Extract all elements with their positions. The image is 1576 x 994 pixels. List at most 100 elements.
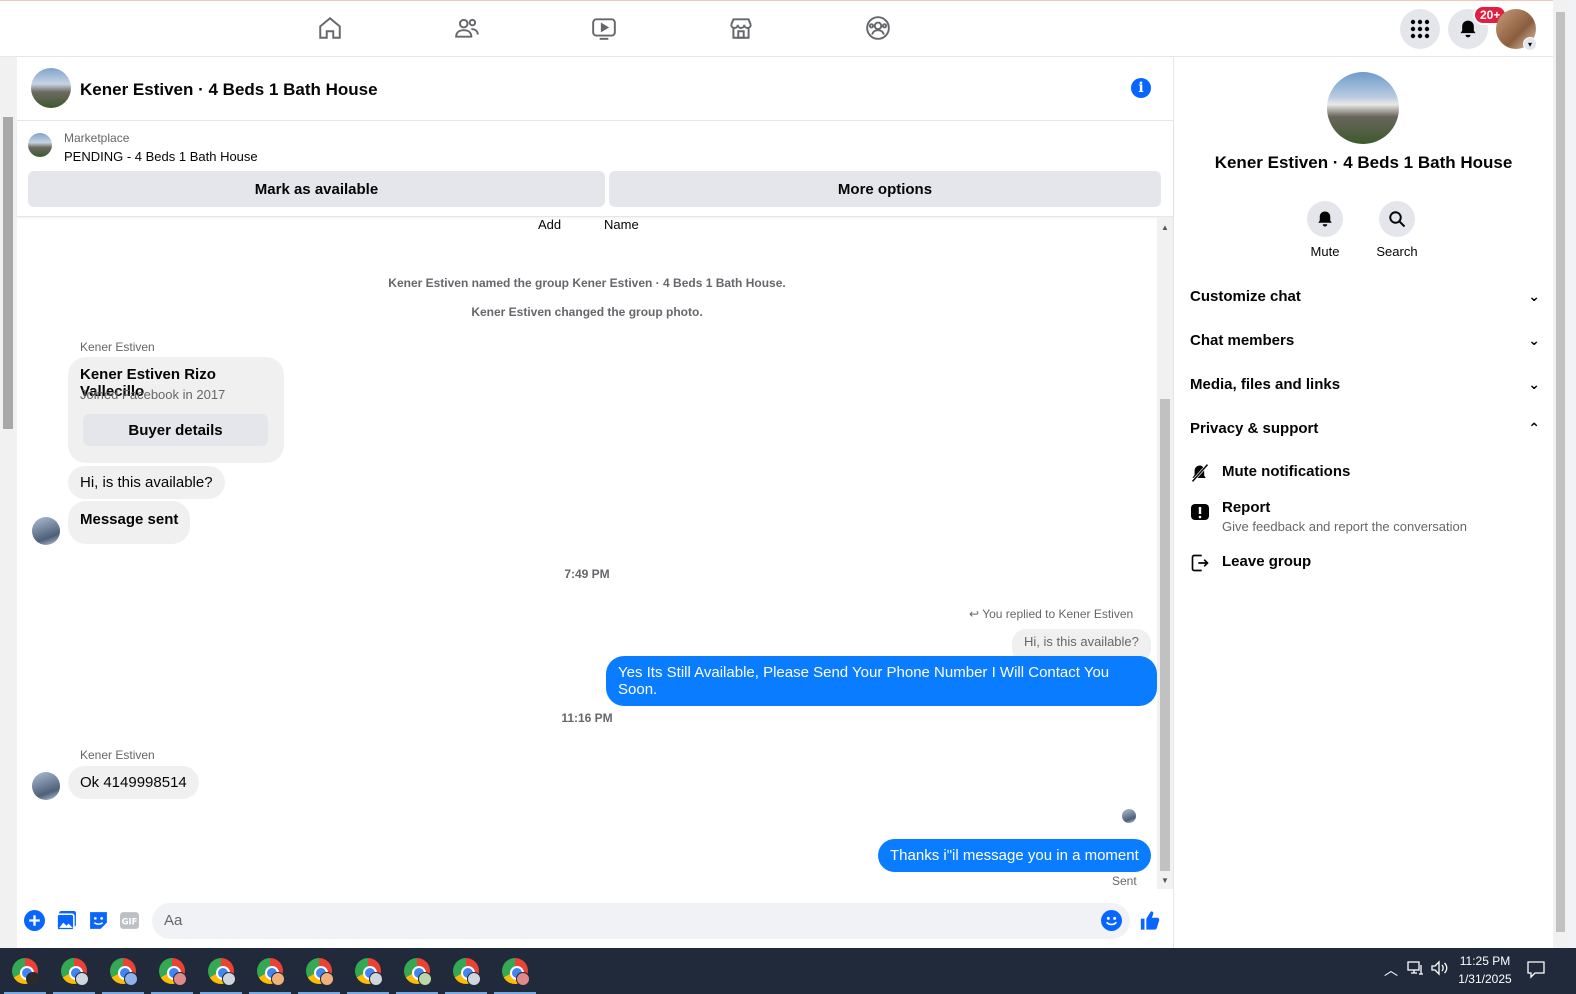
menu-grid-icon[interactable] — [1400, 9, 1440, 49]
leave-group-item[interactable]: Leave group — [1190, 553, 1540, 577]
chrome-app-icon[interactable] — [249, 956, 291, 994]
message-input[interactable]: Aa — [152, 903, 1130, 939]
timestamp: 7:49 PM — [564, 567, 610, 581]
chat-title[interactable]: Kener Estiven · 4 Beds 1 Bath House — [80, 80, 378, 100]
chat-scrollbar-thumb[interactable] — [1160, 399, 1170, 871]
report-description: Give feedback and report the conversatio… — [1222, 519, 1467, 534]
seen-avatar — [1122, 809, 1136, 823]
report-label: Report — [1222, 499, 1271, 516]
chrome-app-icon[interactable] — [298, 956, 340, 994]
chrome-app-icon[interactable] — [151, 956, 193, 994]
chrome-app-icon[interactable] — [200, 956, 242, 994]
chat-panel: Kener Estiven · 4 Beds 1 Bath House i Ma… — [17, 57, 1174, 948]
chat-members-label: Chat members — [1190, 332, 1295, 349]
leave-group-label: Leave group — [1222, 553, 1312, 570]
home-icon[interactable] — [315, 13, 345, 43]
listing-thumbnail[interactable] — [28, 133, 52, 157]
emoji-icon[interactable] — [1100, 909, 1122, 931]
buyer-details-button[interactable]: Buyer details — [83, 414, 268, 446]
media-files-label: Media, files and links — [1190, 376, 1341, 393]
add-label: Add — [538, 217, 562, 232]
chevron-down-icon[interactable]: ⌄ — [1528, 332, 1540, 349]
message-sent-bubble[interactable]: Message sent — [68, 501, 191, 544]
chat-scrollbar[interactable]: ▲ ▼ — [1157, 217, 1173, 889]
mute-notifications-item[interactable]: Mute notifications — [1190, 463, 1540, 487]
chrome-app-icon[interactable] — [102, 956, 144, 994]
page-scrollbar[interactable] — [1553, 0, 1568, 948]
mute-button[interactable]: Mute — [1295, 201, 1355, 259]
message-composer: GIF Aa — [17, 899, 1173, 945]
account-chevron-icon[interactable]: ▾ — [1523, 37, 1537, 51]
notification-center-icon[interactable] — [1526, 959, 1546, 982]
groups-icon[interactable] — [863, 13, 893, 43]
privacy-support-section[interactable]: Privacy & support ⌃ — [1190, 420, 1540, 444]
photo-icon[interactable] — [55, 909, 77, 931]
search-icon[interactable] — [1379, 201, 1415, 237]
page-scrollbar-thumb[interactable] — [1556, 12, 1565, 932]
info-icon[interactable]: i — [1131, 78, 1151, 98]
outgoing-message[interactable]: Yes Its Still Available, Please Send You… — [606, 656, 1157, 706]
incoming-message[interactable]: Ok 4149998514 — [68, 766, 199, 799]
chrome-app-icon[interactable] — [347, 956, 389, 994]
tray-chevron-up-icon[interactable]: ︿ — [1384, 960, 1398, 980]
bell-off-icon — [1190, 463, 1210, 483]
report-icon — [1190, 503, 1210, 523]
media-files-section[interactable]: Media, files and links ⌄ — [1190, 376, 1540, 400]
taskbar: ︿ 11:25 PM 1/31/2025 — [0, 948, 1576, 994]
sender-name: Kener Estiven — [80, 748, 155, 762]
privacy-support-label: Privacy & support — [1190, 420, 1319, 437]
search-button[interactable]: Search — [1367, 201, 1427, 259]
marketplace-icon[interactable] — [726, 13, 756, 43]
buyer-joined: Joined Facebook in 2017 — [80, 387, 226, 402]
reply-info-text: You replied to Kener Estiven — [982, 607, 1134, 621]
incoming-message[interactable]: Hi, is this available? — [68, 466, 225, 499]
reply-info: ↩ You replied to Kener Estiven — [969, 607, 1133, 621]
scroll-down-arrow-icon[interactable]: ▼ — [1161, 876, 1169, 885]
chrome-app-icon[interactable] — [445, 956, 487, 994]
timestamp: 11:16 PM — [561, 711, 613, 725]
top-navigation: 20+ ▾ — [0, 0, 1553, 57]
clock-time: 11:25 PM — [1459, 954, 1511, 968]
clock-date: 1/31/2025 — [1458, 972, 1512, 986]
customize-chat-section[interactable]: Customize chat ⌄ — [1190, 288, 1540, 312]
reply-arrow-icon: ↩ — [969, 607, 980, 621]
sender-avatar[interactable] — [32, 772, 60, 800]
chat-members-section[interactable]: Chat members ⌄ — [1190, 332, 1540, 356]
left-scrollbar-thumb[interactable] — [3, 117, 13, 429]
outgoing-message[interactable]: Thanks i"il message you in a moment — [878, 839, 1151, 872]
chrome-app-icon[interactable] — [396, 956, 438, 994]
chevron-down-icon[interactable]: ⌄ — [1528, 288, 1540, 305]
svg-text:GIF: GIF — [121, 916, 137, 926]
group-avatar[interactable] — [31, 68, 71, 108]
mark-available-button[interactable]: Mark as available — [28, 171, 605, 207]
leave-icon — [1190, 553, 1210, 573]
mute-notifications-label: Mute notifications — [1222, 463, 1351, 480]
network-icon[interactable] — [1407, 960, 1425, 979]
chrome-app-icon[interactable] — [494, 956, 536, 994]
plus-icon[interactable] — [23, 909, 45, 931]
chevron-up-icon[interactable]: ⌃ — [1528, 420, 1540, 437]
watch-icon[interactable] — [589, 13, 619, 43]
sender-avatar[interactable] — [32, 517, 60, 545]
friends-icon[interactable] — [452, 13, 482, 43]
left-scrollbar[interactable] — [0, 57, 16, 948]
scroll-up-arrow-icon[interactable]: ▲ — [1161, 223, 1169, 232]
listing-status[interactable]: PENDING - 4 Beds 1 Bath House — [64, 149, 258, 164]
group-title: Kener Estiven · 4 Beds 1 Bath House — [1214, 153, 1513, 172]
chevron-down-icon[interactable]: ⌄ — [1528, 376, 1540, 393]
sent-status: Sent — [1112, 874, 1137, 888]
system-clock[interactable]: 11:25 PM 1/31/2025 — [1452, 952, 1518, 988]
thumbs-up-icon[interactable] — [1139, 909, 1161, 931]
more-options-button[interactable]: More options — [609, 171, 1161, 207]
bell-icon[interactable] — [1307, 201, 1343, 237]
chrome-app-icon[interactable] — [53, 956, 95, 994]
group-photo[interactable] — [1327, 72, 1399, 144]
gif-icon[interactable]: GIF — [118, 909, 140, 931]
volume-icon[interactable] — [1431, 960, 1449, 979]
sticker-icon[interactable] — [87, 909, 109, 931]
report-item[interactable]: Report Give feedback and report the conv… — [1190, 499, 1540, 539]
customize-chat-label: Customize chat — [1190, 288, 1301, 305]
chrome-app-icon[interactable] — [4, 956, 46, 994]
marketplace-label: Marketplace — [64, 131, 130, 145]
message-list: Add Name Kener Estiven named the group K… — [17, 217, 1157, 889]
